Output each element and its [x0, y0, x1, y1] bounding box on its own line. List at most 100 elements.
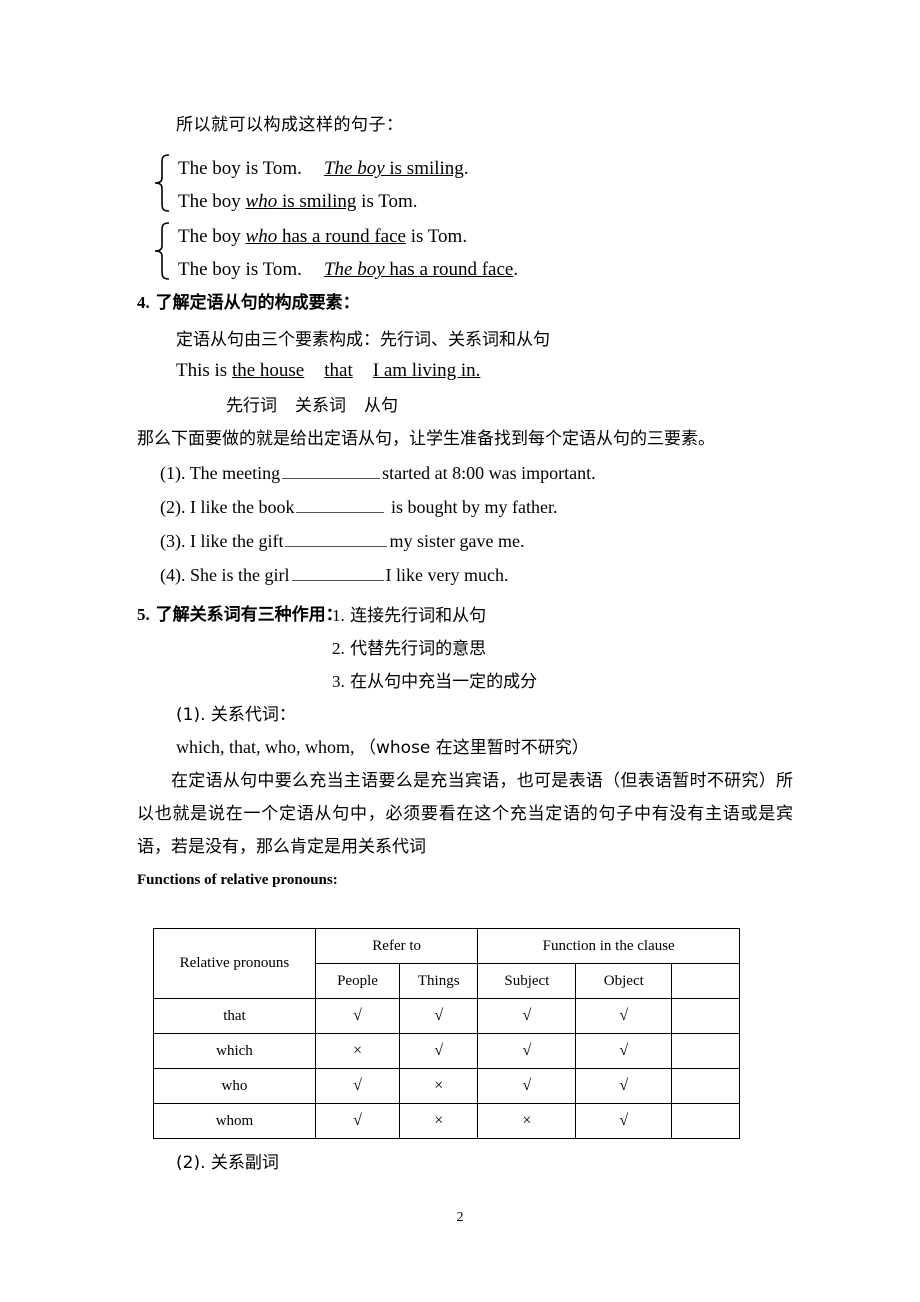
sentence-line: The boy who is smiling is Tom.	[178, 185, 469, 218]
relative-pronoun-explanation: 在定语从句中要么充当主语要么是充当宾语，也可是表语（但表语暂时不研究）所以也就是…	[137, 771, 793, 857]
cell-extra	[671, 1068, 740, 1104]
sentence-line: The boy who has a round face is Tom.	[178, 220, 518, 253]
section-4-example-labels: 先行词 关系词 从句	[226, 391, 398, 416]
exercise-blank[interactable]	[296, 497, 385, 513]
exercise-blank[interactable]	[282, 463, 381, 479]
sentence-segment-emph: who	[245, 191, 278, 212]
table-row: whom √ × × √	[153, 1103, 740, 1139]
label-antecedent: 先行词	[226, 396, 277, 416]
exercise-item-2: (2). I like the book is bought by my fat…	[160, 497, 557, 518]
table-caption: Functions of relative pronouns:	[137, 872, 338, 888]
pronoun-list-note: （whose 在这里暂时不研究）	[358, 738, 589, 758]
function-text: 连接先行词和从句	[350, 606, 487, 626]
relative-pronoun-list: which, that, who, whom, （whose 在这里暂时不研究）	[176, 733, 589, 758]
cell-people: √	[314, 1068, 401, 1104]
cell-things: √	[399, 1033, 479, 1069]
cell-object: √	[575, 1103, 673, 1139]
header-things: Things	[399, 963, 479, 999]
cell-subject: √	[477, 1068, 577, 1104]
sentence-segment: .	[463, 158, 469, 179]
section-5-title: 了解关系词有三种作用：	[155, 605, 343, 625]
cell-things: √	[399, 998, 479, 1034]
section-4-example: This is the house that I am living in.	[176, 360, 480, 382]
sentence-segment: is Tom.	[405, 226, 468, 247]
header-refer-to: Refer to	[314, 928, 479, 964]
table-body: that √ √ √ √ which × √ √ √ who √ × √ √ w…	[153, 998, 740, 1139]
function-text: 代替先行词的意思	[350, 639, 487, 659]
example-antecedent: the house	[231, 360, 305, 381]
section-4-number: 4.	[137, 293, 150, 312]
cell-pronoun: that	[153, 998, 316, 1034]
cell-things: ×	[399, 1103, 479, 1139]
intro-text: 所以就可以构成这样的句子：	[176, 115, 404, 135]
sentence-segment-underline: is smiling	[277, 191, 357, 212]
function-number: 3.	[332, 672, 345, 691]
cell-subject: √	[477, 1033, 577, 1069]
cell-object: √	[575, 1068, 673, 1104]
section-5-heading: 5. 了解关系词有三种作用：	[137, 600, 343, 625]
relative-word-function-3: 3. 在从句中充当一定的成分	[332, 667, 537, 692]
sentence-segment: .	[513, 259, 519, 280]
table-row: that √ √ √ √	[153, 998, 740, 1034]
exercise-number: (4).	[160, 565, 186, 585]
table-header-row-1: Relative pronouns Refer to Function in t…	[153, 928, 740, 999]
header-object: Object	[575, 963, 673, 999]
sentence-segment: The boy	[178, 191, 246, 212]
exercise-number: (2).	[160, 497, 186, 517]
sentence-line: The boy is Tom. The boy has a round face.	[178, 253, 518, 286]
cell-extra	[671, 1103, 740, 1139]
header-function-in-clause: Function in the clause	[477, 928, 740, 964]
section-4-elements-line: 定语从句由三个要素构成：先行词、关系词和从句	[176, 330, 550, 350]
sentence-segment-emph: The boy	[323, 259, 385, 280]
sentence-segment: The boy is Tom.	[178, 259, 302, 280]
cell-subject: ×	[477, 1103, 577, 1139]
exercise-number: (1).	[160, 463, 186, 483]
relative-adverb-sublabel: (2). 关系副词	[176, 1153, 279, 1173]
exercise-text-after: my sister gave me.	[389, 531, 525, 551]
example-lead: This is	[176, 360, 232, 381]
sentence-segment-underline: has a round face	[277, 226, 406, 247]
function-number: 1.	[332, 606, 345, 625]
exercise-item-3: (3). I like the gift my sister gave me.	[160, 531, 524, 552]
sentence-segment-emph: The boy	[323, 158, 385, 179]
exercise-text-after: I like very much.	[385, 565, 509, 585]
sentence-brace-group-2: The boy who has a round face is Tom. The…	[152, 220, 518, 286]
cell-pronoun: which	[153, 1033, 316, 1069]
relative-pronoun-function-table: Relative pronouns Refer to Function in t…	[153, 928, 740, 1139]
exercise-item-1: (1). The meeting started at 8:00 was impo…	[160, 463, 596, 484]
sentence-line: The boy is Tom. The boy is smiling.	[178, 152, 469, 185]
sentence-segment-emph: who	[245, 226, 278, 247]
document-page: 所以就可以构成这样的句子： The boy is Tom. The boy is …	[0, 0, 920, 1302]
header-relative-pronouns: Relative pronouns	[153, 928, 316, 999]
curly-brace-icon	[152, 220, 172, 282]
exercise-number: (3).	[160, 531, 186, 551]
cell-pronoun: whom	[153, 1103, 316, 1139]
cell-object: √	[575, 998, 673, 1034]
cell-subject: √	[477, 998, 577, 1034]
header-extra-empty	[671, 963, 740, 999]
exercise-text-before: She is the girl	[190, 565, 290, 585]
label-relative-word: 关系词	[295, 396, 346, 416]
sentence-segment-underline: has a round face	[384, 259, 514, 280]
sentence-segment: is Tom.	[356, 191, 418, 212]
cell-extra	[671, 1033, 740, 1069]
relative-pronoun-sublabel: (1). 关系代词：	[176, 705, 296, 725]
function-number: 2.	[332, 639, 345, 658]
exercise-item-4: (4). She is the girl I like very much.	[160, 565, 508, 586]
example-relative-word: that	[324, 360, 353, 381]
exercise-blank[interactable]	[291, 565, 384, 581]
cell-extra	[671, 998, 740, 1034]
table-row: who √ × √ √	[153, 1068, 740, 1104]
pronoun-list-text: which, that, who, whom,	[176, 737, 355, 757]
section-4-title: 了解定语从句的构成要素：	[155, 293, 360, 313]
section-4-task-line: 那么下面要做的就是给出定语从句，让学生准备找到每个定语从句的三要素。	[137, 429, 715, 449]
curly-brace-icon	[152, 152, 172, 214]
cell-things: ×	[399, 1068, 479, 1104]
exercise-blank[interactable]	[285, 531, 388, 547]
exercise-text-after: is bought by my father.	[390, 497, 558, 517]
exercise-text-before: I like the book	[190, 497, 295, 517]
table-row: which × √ √ √	[153, 1033, 740, 1069]
relative-word-function-2: 2. 代替先行词的意思	[332, 634, 486, 659]
section-5-number: 5.	[137, 605, 150, 624]
relative-word-function-1: 1. 连接先行词和从句	[332, 601, 486, 626]
